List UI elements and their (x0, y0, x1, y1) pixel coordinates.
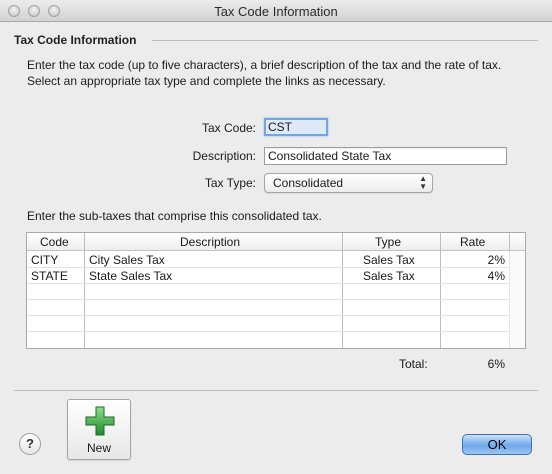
table-row[interactable]: CITY City Sales Tax Sales Tax 2% (27, 252, 509, 268)
row-type: Sales Tax (363, 269, 415, 283)
table-row-empty[interactable] (27, 300, 509, 316)
tax-type-select[interactable]: Consolidated ▲ ▼ (264, 173, 433, 193)
row-rate: 2% (487, 253, 505, 267)
tax-type-selected-value: Consolidated (273, 176, 344, 190)
section-title: Tax Code Information (14, 33, 137, 47)
updown-arrows-icon: ▲ ▼ (419, 174, 427, 191)
footer-divider (14, 390, 538, 391)
row-description: State Sales Tax (89, 269, 173, 283)
subtaxes-table[interactable]: Code Description Type Rate CITY City Sal… (26, 232, 526, 349)
column-header-code[interactable]: Code (40, 235, 69, 249)
description-label: Description: (192, 149, 256, 163)
table-header: Code Description Type Rate (27, 233, 525, 251)
row-code: CITY (31, 253, 59, 267)
question-mark-icon: ? (26, 436, 34, 451)
subtaxes-caption: Enter the sub-taxes that comprise this c… (27, 209, 322, 223)
total-value: 6% (487, 357, 505, 371)
row-type: Sales Tax (363, 253, 415, 267)
instructions-text: Enter the tax code (up to five character… (27, 58, 502, 88)
window-title: Tax Code Information (214, 4, 338, 19)
column-header-type[interactable]: Type (375, 235, 401, 249)
tax-type-label: Tax Type: (204, 176, 256, 190)
table-row-empty[interactable] (27, 316, 509, 332)
table-row-empty[interactable] (27, 284, 509, 300)
table-row-empty[interactable] (27, 332, 509, 348)
green-plus-icon (85, 406, 115, 436)
tax-code-label: Tax Code: (201, 121, 256, 135)
description-input[interactable]: Consolidated State Tax (264, 147, 507, 165)
new-button[interactable]: New (67, 399, 131, 460)
row-rate: 4% (487, 269, 505, 283)
help-button[interactable]: ? (19, 433, 41, 455)
new-button-label: New (86, 441, 111, 455)
title-bar: Tax Code Information (0, 0, 552, 22)
table-row[interactable]: STATE State Sales Tax Sales Tax 4% (27, 268, 509, 284)
column-header-rate[interactable]: Rate (460, 235, 485, 249)
ok-button-label: OK (487, 437, 507, 452)
column-header-description[interactable]: Description (180, 235, 240, 249)
total-label: Total: (399, 357, 428, 371)
section-divider (152, 40, 538, 41)
row-code: STATE (31, 269, 68, 283)
table-scrollbar[interactable] (509, 251, 525, 348)
row-description: City Sales Tax (89, 253, 165, 267)
tax-code-input[interactable]: CST (264, 118, 328, 136)
ok-button[interactable]: OK (462, 434, 532, 455)
